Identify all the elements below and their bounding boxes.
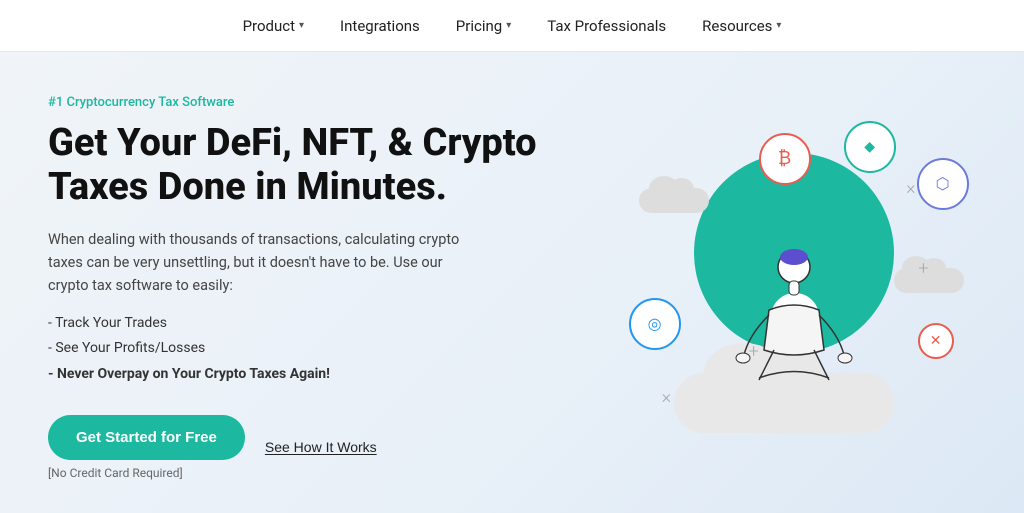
hero-description: When dealing with thousands of transacti… xyxy=(48,228,468,298)
nav-tax-professionals[interactable]: Tax Professionals xyxy=(547,17,666,35)
cloud-right xyxy=(894,268,964,293)
get-started-button[interactable]: Get Started for Free xyxy=(48,415,245,460)
illustration-container: × + + × ₿ ◆ ⬡ ◎ ≡ ✕ xyxy=(604,93,984,473)
feature-3: - Never Overpay on Your Crypto Taxes Aga… xyxy=(48,362,563,387)
nav-integrations[interactable]: Integrations xyxy=(340,17,420,35)
feature-2: - See Your Profits/Losses xyxy=(48,336,563,361)
chevron-down-icon: ▾ xyxy=(506,20,511,31)
x-symbol-2: × xyxy=(662,387,671,408)
cta-row: Get Started for Free [No Credit Card Req… xyxy=(48,415,563,480)
plus-symbol-1: + xyxy=(918,258,928,279)
chevron-down-icon: ▾ xyxy=(299,20,304,31)
no-credit-label: [No Credit Card Required] xyxy=(48,466,245,480)
nav-resources[interactable]: Resources ▾ xyxy=(702,17,781,35)
bitcoin-coin: ₿ xyxy=(759,133,811,185)
nav-product[interactable]: Product ▾ xyxy=(243,17,304,35)
hero-headline: Get Your DeFi, NFT, & Crypto Taxes Done … xyxy=(48,122,563,209)
dash-coin: ◎ xyxy=(629,298,681,350)
nav-product-label: Product xyxy=(243,17,295,35)
nav-tax-professionals-label: Tax Professionals xyxy=(547,17,666,35)
nav-resources-label: Resources xyxy=(702,17,772,35)
hero-section: #1 Cryptocurrency Tax Software Get Your … xyxy=(0,52,1024,513)
ethereum-coin: ⬡ xyxy=(917,158,969,210)
chevron-down-icon: ▾ xyxy=(776,20,781,31)
nav-integrations-label: Integrations xyxy=(340,17,420,35)
hero-content: #1 Cryptocurrency Tax Software Get Your … xyxy=(0,52,563,513)
see-how-it-works-button[interactable]: See How It Works xyxy=(265,439,377,455)
x-coin: ✕ xyxy=(918,323,954,359)
nav-pricing[interactable]: Pricing ▾ xyxy=(456,17,511,35)
nav-pricing-label: Pricing xyxy=(456,17,502,35)
hero-features: - Track Your Trades - See Your Profits/L… xyxy=(48,311,563,387)
x-symbol-1: × xyxy=(906,178,915,199)
binance-coin: ◆ xyxy=(844,121,896,173)
feature-1: - Track Your Trades xyxy=(48,311,563,336)
hero-subtitle: #1 Cryptocurrency Tax Software xyxy=(48,95,563,110)
navigation: Product ▾ Integrations Pricing ▾ Tax Pro… xyxy=(0,0,1024,52)
hero-illustration: × + + × ₿ ◆ ⬡ ◎ ≡ ✕ xyxy=(563,52,1024,513)
person-illustration xyxy=(734,245,854,385)
cloud-top-left xyxy=(639,188,709,213)
